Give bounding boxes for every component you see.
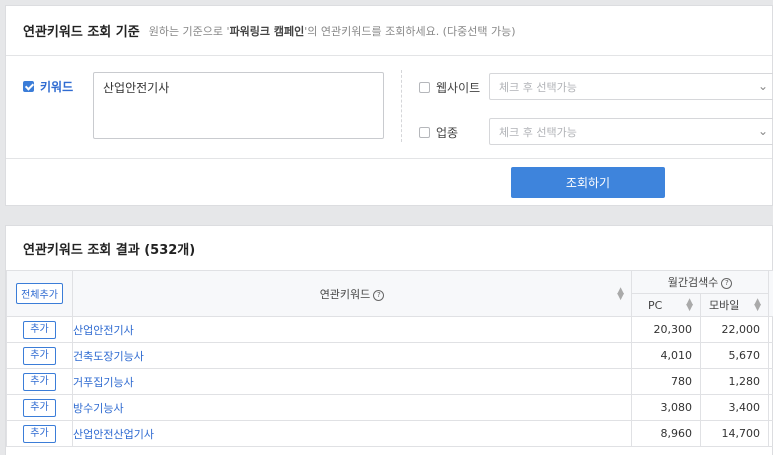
- keyword-column-header[interactable]: 연관키워드? ▲▼: [73, 271, 632, 317]
- mobile-count: 5,670: [701, 343, 769, 369]
- add-button[interactable]: 추가: [23, 425, 56, 443]
- add-cell: 추가: [7, 317, 73, 343]
- keyword-link[interactable]: 산업안전산업기사: [73, 421, 632, 447]
- criteria-desc-bold: 파워링크 캠페인: [230, 25, 305, 38]
- criteria-header: 연관키워드 조회 기준 원하는 기준으로 '파워링크 캠페인'의 연관키워드를 …: [6, 6, 772, 56]
- mobile-count: 1,280: [701, 369, 769, 395]
- mobile-count: 14,700: [701, 421, 769, 447]
- pc-count: 20,300: [632, 317, 701, 343]
- criteria-row: 키워드 산업안전기사 웹사이트 체크 후 선택가능 ⌄ 업종 체크 후 선택가능…: [6, 56, 772, 158]
- table-row: 추가 건축도장기능사 4,010 5,670: [7, 343, 773, 369]
- add-cell: 추가: [7, 369, 73, 395]
- keyword-link[interactable]: 건축도장기능사: [73, 343, 632, 369]
- add-cell: 추가: [7, 421, 73, 447]
- criteria-description: 원하는 기준으로 '파워링크 캠페인'의 연관키워드를 조회하세요. (다중선택…: [149, 23, 516, 39]
- industry-select-placeholder: 체크 후 선택가능: [499, 124, 577, 140]
- website-select[interactable]: 체크 후 선택가능 ⌄: [489, 73, 773, 100]
- add-button[interactable]: 추가: [23, 347, 56, 365]
- sort-icon[interactable]: ▲▼: [686, 299, 693, 311]
- extra-cell: [769, 395, 773, 421]
- pc-count: 780: [632, 369, 701, 395]
- website-label: 웹사이트: [436, 79, 480, 96]
- keyword-checkbox[interactable]: [23, 81, 34, 92]
- industry-label: 업종: [436, 124, 458, 141]
- add-cell: 추가: [7, 395, 73, 421]
- help-icon[interactable]: ?: [721, 278, 732, 289]
- pc-count: 8,960: [632, 421, 701, 447]
- criteria-desc-pre: 원하는 기준으로 ': [149, 25, 230, 38]
- help-icon[interactable]: ?: [373, 290, 384, 301]
- extra-column-header: [769, 271, 773, 317]
- mobile-count: 3,400: [701, 395, 769, 421]
- table-row: 추가 방수기능사 3,080 3,400: [7, 395, 773, 421]
- mobile-column-label: 모바일: [709, 299, 739, 312]
- criteria-desc-post: '의 연관키워드를 조회하세요. (다중선택 가능): [304, 25, 515, 38]
- chevron-down-icon: ⌄: [758, 79, 768, 93]
- mobile-count: 22,000: [701, 317, 769, 343]
- pc-count: 3,080: [632, 395, 701, 421]
- search-button[interactable]: 조회하기: [511, 167, 665, 198]
- divider: [401, 70, 402, 142]
- keyword-checkbox-row[interactable]: 키워드: [23, 78, 73, 95]
- sort-icon[interactable]: ▲▼: [617, 288, 624, 300]
- keyword-link[interactable]: 산업안전기사: [73, 317, 632, 343]
- table-row: 추가 산업안전산업기사 8,960 14,700: [7, 421, 773, 447]
- search-button-row: 조회하기: [6, 158, 772, 206]
- table-row: 추가 거푸집기능사 780 1,280: [7, 369, 773, 395]
- criteria-title: 연관키워드 조회 기준: [23, 21, 140, 40]
- add-all-header: 전체추가: [7, 271, 73, 317]
- pc-column-label: PC: [648, 299, 662, 312]
- industry-checkbox-row[interactable]: 업종: [419, 124, 458, 141]
- website-select-placeholder: 체크 후 선택가능: [499, 79, 577, 95]
- industry-checkbox[interactable]: [419, 127, 430, 138]
- pc-column-header[interactable]: PC ▲▼: [632, 294, 701, 317]
- monthly-column-header: 월간검색수?: [632, 271, 769, 294]
- keyword-link[interactable]: 거푸집기능사: [73, 369, 632, 395]
- extra-cell: [769, 317, 773, 343]
- results-header: 연관키워드 조회 결과 (532개): [6, 226, 772, 270]
- add-cell: 추가: [7, 343, 73, 369]
- add-button[interactable]: 추가: [23, 321, 56, 339]
- monthly-column-label: 월간검색수: [668, 276, 719, 289]
- keyword-link[interactable]: 방수기능사: [73, 395, 632, 421]
- sort-icon[interactable]: ▲▼: [754, 299, 761, 311]
- table-row: 추가 산업안전기사 20,300 22,000: [7, 317, 773, 343]
- results-panel: 연관키워드 조회 결과 (532개) 전체추가 연관키워드? ▲▼ 월간검색수?: [5, 225, 773, 455]
- mobile-column-header[interactable]: 모바일 ▲▼: [701, 294, 769, 317]
- add-button[interactable]: 추가: [23, 373, 56, 391]
- extra-cell: [769, 421, 773, 447]
- industry-select[interactable]: 체크 후 선택가능 ⌄: [489, 118, 773, 145]
- website-checkbox-row[interactable]: 웹사이트: [419, 79, 480, 96]
- add-all-button[interactable]: 전체추가: [16, 283, 63, 304]
- keyword-textarea[interactable]: 산업안전기사: [93, 72, 384, 139]
- results-table: 전체추가 연관키워드? ▲▼ 월간검색수? PC ▲▼ 모바일 ▲▼: [6, 270, 773, 447]
- extra-cell: [769, 369, 773, 395]
- chevron-down-icon: ⌄: [758, 124, 768, 138]
- extra-cell: [769, 343, 773, 369]
- results-title: 연관키워드 조회 결과 (532개): [23, 239, 195, 258]
- criteria-panel: 연관키워드 조회 기준 원하는 기준으로 '파워링크 캠페인'의 연관키워드를 …: [5, 5, 773, 206]
- website-checkbox[interactable]: [419, 82, 430, 93]
- keyword-label: 키워드: [40, 78, 73, 95]
- keyword-column-label: 연관키워드: [320, 288, 371, 301]
- pc-count: 4,010: [632, 343, 701, 369]
- add-button[interactable]: 추가: [23, 399, 56, 417]
